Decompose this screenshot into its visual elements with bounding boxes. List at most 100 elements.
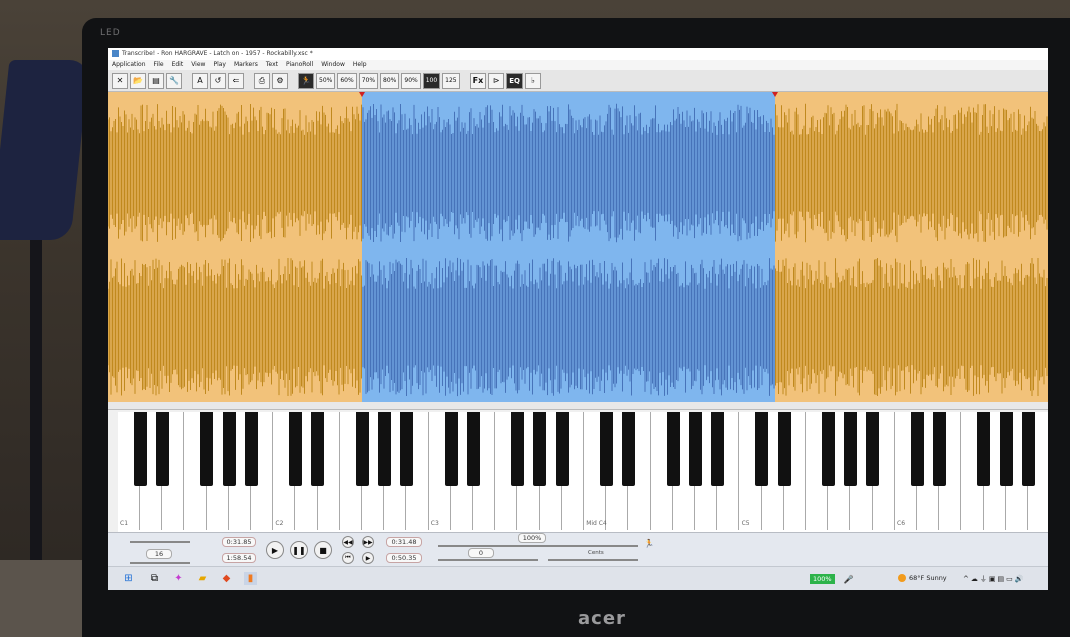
- cloud-icon[interactable]: ☁: [971, 575, 980, 583]
- piano-black-key[interactable]: [977, 412, 991, 486]
- piano-black-key[interactable]: [622, 412, 636, 486]
- chevron-up-icon[interactable]: ^: [963, 575, 971, 583]
- runner-icon[interactable]: 🏃: [298, 72, 314, 89]
- cents-slider[interactable]: [548, 559, 638, 561]
- piano-black-key[interactable]: [533, 412, 547, 486]
- piano-black-key[interactable]: [844, 412, 858, 486]
- weather-widget[interactable]: 68°F Sunny: [898, 574, 947, 582]
- piano-scrollbar[interactable]: [108, 402, 1048, 410]
- eq-button[interactable]: EQ: [506, 72, 523, 89]
- transcribe-app-icon[interactable]: ▮: [244, 572, 257, 585]
- loop-icon[interactable]: ↺: [210, 72, 226, 89]
- pitch-field[interactable]: 0: [468, 548, 494, 558]
- zoom-badge[interactable]: 100%: [810, 574, 835, 584]
- menu-help[interactable]: Help: [353, 60, 367, 70]
- speed-50-button[interactable]: 50%: [316, 72, 336, 89]
- menu-play[interactable]: Play: [213, 60, 226, 70]
- piano-black-key[interactable]: [1021, 412, 1035, 486]
- menu-file[interactable]: File: [154, 60, 164, 70]
- wrench-icon[interactable]: 🔧: [166, 72, 182, 89]
- usb-icon[interactable]: ⏚: [980, 575, 989, 583]
- task-view-icon[interactable]: ⧉: [148, 572, 161, 585]
- piano-black-key[interactable]: [821, 412, 835, 486]
- settings-icon[interactable]: ⚙: [272, 72, 288, 89]
- fast-forward-icon[interactable]: ▶▶: [362, 536, 374, 548]
- piano-black-key[interactable]: [400, 412, 414, 486]
- waveform-view[interactable]: [108, 92, 1048, 402]
- piano-black-key[interactable]: [200, 412, 214, 486]
- menu-application[interactable]: Application: [112, 60, 146, 70]
- speed-90-button[interactable]: 90%: [401, 72, 421, 89]
- piano-black-key[interactable]: [710, 412, 724, 486]
- piano-black-key[interactable]: [999, 412, 1013, 486]
- forward-icon[interactable]: ⊳: [488, 72, 505, 89]
- skip-forward-icon[interactable]: ▶: [362, 552, 374, 564]
- ab-icon[interactable]: A: [192, 72, 208, 89]
- length-field[interactable]: 1:58.54: [222, 553, 256, 563]
- menu-markers[interactable]: Markers: [234, 60, 258, 70]
- brave-browser-icon[interactable]: ◆: [220, 572, 233, 585]
- piano-black-key[interactable]: [289, 412, 303, 486]
- loop-end-field[interactable]: 0:50.35: [386, 553, 422, 563]
- piano-black-key[interactable]: [755, 412, 769, 486]
- play-button[interactable]: ▶: [266, 541, 284, 559]
- open-icon[interactable]: 📂: [130, 72, 146, 89]
- piano-black-key[interactable]: [444, 412, 458, 486]
- volume-icon[interactable]: 🔊: [1015, 575, 1026, 583]
- piano-black-key[interactable]: [466, 412, 480, 486]
- menu-view[interactable]: View: [191, 60, 205, 70]
- speed-125-button[interactable]: 125: [442, 72, 460, 89]
- menu-edit[interactable]: Edit: [172, 60, 184, 70]
- print-icon[interactable]: ⎙: [254, 72, 270, 89]
- stop-button[interactable]: ■: [314, 541, 332, 559]
- speed-field[interactable]: 100%: [518, 533, 546, 543]
- close-icon[interactable]: ✕: [112, 72, 128, 89]
- speed-100-button[interactable]: 100: [422, 72, 441, 89]
- piano-black-key[interactable]: [377, 412, 391, 486]
- monitor-icon[interactable]: ▭: [1006, 575, 1015, 583]
- menu-pianoroll[interactable]: PianoRoll: [286, 60, 313, 70]
- piano-black-key[interactable]: [599, 412, 613, 486]
- piano-black-key[interactable]: [555, 412, 569, 486]
- microphone-icon[interactable]: 🎤: [842, 573, 855, 586]
- piano-black-key[interactable]: [932, 412, 946, 486]
- piano-black-key[interactable]: [910, 412, 924, 486]
- volume-slider[interactable]: [130, 541, 190, 543]
- back-icon[interactable]: ⇐: [228, 72, 244, 89]
- display-icon[interactable]: ▣: [989, 575, 998, 583]
- piano-black-key[interactable]: [311, 412, 325, 486]
- piano-black-key[interactable]: [511, 412, 525, 486]
- piano-black-key[interactable]: [688, 412, 702, 486]
- piano-black-key[interactable]: [133, 412, 147, 486]
- network-icon[interactable]: ▤: [998, 575, 1007, 583]
- rewind-icon[interactable]: ◀◀: [342, 536, 354, 548]
- transpose-icon[interactable]: ♭: [524, 72, 541, 89]
- piano-keyboard[interactable]: C1 C2 C3 Mid C4 C5 C6: [118, 412, 1048, 532]
- position-field[interactable]: 0:31.85: [222, 537, 256, 547]
- skip-back-icon[interactable]: ⏮: [342, 552, 354, 564]
- system-tray[interactable]: ^☁⏚▣▤▭🔊: [963, 574, 1025, 584]
- pause-button[interactable]: ❚❚: [290, 541, 308, 559]
- fx-button[interactable]: Fx: [469, 72, 487, 89]
- piano-black-key[interactable]: [866, 412, 880, 486]
- speed-slider[interactable]: [438, 545, 638, 547]
- piano-black-key[interactable]: [355, 412, 369, 486]
- speed-70-button[interactable]: 70%: [358, 72, 379, 89]
- piano-black-key[interactable]: [777, 412, 791, 486]
- speed-60-button[interactable]: 60%: [337, 72, 357, 89]
- piano-black-key[interactable]: [666, 412, 680, 486]
- windows-start-icon[interactable]: ⊞: [122, 572, 135, 585]
- speed-80-button[interactable]: 80%: [380, 72, 400, 89]
- piano-black-key[interactable]: [244, 412, 258, 486]
- loop-start-field[interactable]: 0:31.48: [386, 537, 422, 547]
- save-icon[interactable]: ▤: [148, 72, 164, 89]
- balance-slider[interactable]: [130, 562, 190, 564]
- tempo-runner-icon[interactable]: 🏃: [644, 539, 654, 548]
- volume-field[interactable]: 16: [146, 549, 172, 559]
- pitch-slider[interactable]: [438, 559, 538, 561]
- copilot-icon[interactable]: ✦: [172, 572, 185, 585]
- menu-window[interactable]: Window: [321, 60, 345, 70]
- file-explorer-icon[interactable]: ▰: [196, 572, 209, 585]
- menu-text[interactable]: Text: [266, 60, 278, 70]
- piano-black-key[interactable]: [155, 412, 169, 486]
